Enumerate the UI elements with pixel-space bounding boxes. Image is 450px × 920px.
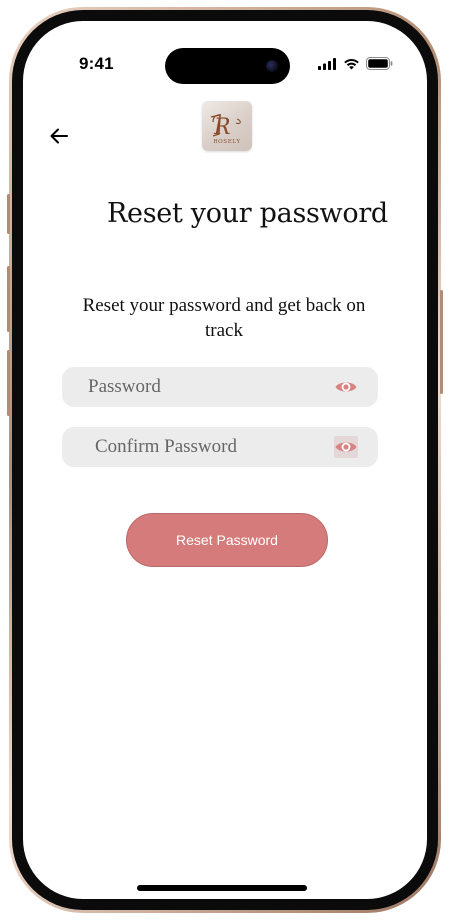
wifi-icon [344, 58, 359, 69]
svg-text:ROSELY: ROSELY [213, 139, 240, 145]
volume-up-button [7, 266, 10, 332]
confirm-password-field[interactable] [62, 427, 378, 467]
app-screen: 9:41 R ROSELY Reset your password Reset … [23, 21, 427, 899]
volume-down-button [7, 350, 10, 416]
home-indicator [137, 885, 307, 891]
cellular-signal-icon [318, 57, 336, 70]
battery-icon [366, 57, 393, 70]
phone-frame: 9:41 R ROSELY Reset your password Reset … [9, 7, 441, 913]
show-password-toggle[interactable] [334, 376, 358, 398]
eye-icon [335, 382, 357, 392]
status-icons [318, 57, 393, 70]
show-confirm-password-toggle[interactable] [334, 436, 358, 458]
page-subtitle: Reset your password and get back on trac… [82, 295, 366, 341]
page-title: Reset your password [107, 198, 388, 229]
rosely-logo-mark: R ROSELY [210, 114, 241, 145]
confirm-password-input[interactable] [62, 427, 378, 467]
brand-logo: R ROSELY [202, 101, 252, 151]
status-time: 9:41 [79, 54, 114, 73]
action-button [7, 194, 10, 234]
svg-text:R: R [213, 115, 231, 140]
phone-bezel: 9:41 R ROSELY Reset your password Reset … [12, 10, 438, 910]
dynamic-island [165, 48, 290, 84]
password-field[interactable] [62, 367, 378, 407]
eye-icon [335, 442, 357, 452]
power-button [440, 290, 443, 394]
password-input[interactable] [62, 367, 378, 407]
camera-icon [266, 60, 278, 72]
back-button[interactable] [47, 124, 71, 148]
arrow-left-icon [50, 128, 68, 144]
reset-password-button[interactable]: Reset Password [126, 513, 328, 567]
